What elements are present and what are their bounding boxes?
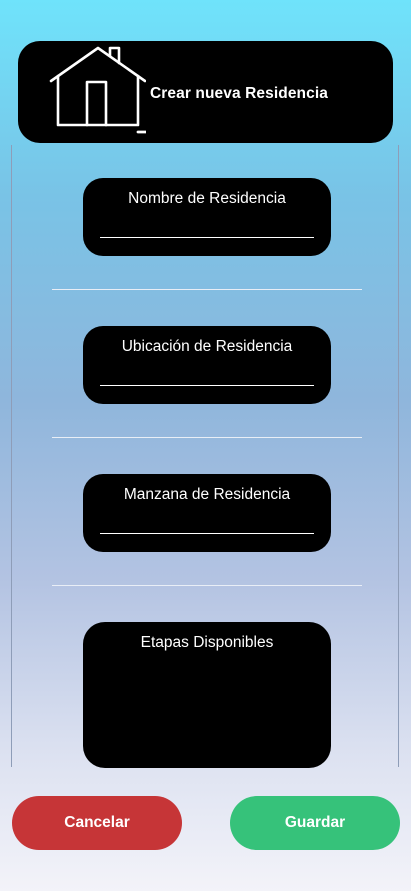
right-border-line — [398, 145, 399, 767]
residence-location-card: Ubicación de Residencia — [83, 326, 331, 404]
available-stages-panel[interactable]: Etapas Disponibles — [83, 622, 331, 768]
left-border-line — [11, 145, 12, 767]
save-button[interactable]: Guardar — [230, 796, 400, 850]
cancel-button[interactable]: Cancelar — [12, 796, 182, 850]
residence-block-card: Manzana de Residencia — [83, 474, 331, 552]
residence-block-label: Manzana de Residencia — [123, 486, 291, 503]
residence-location-input[interactable] — [100, 378, 314, 386]
residence-name-input[interactable] — [100, 230, 314, 238]
divider — [52, 289, 362, 290]
house-add-icon — [49, 46, 146, 134]
header-card: Crear nueva Residencia — [18, 41, 393, 143]
available-stages-label: Etapas Disponibles — [140, 634, 274, 651]
residence-name-card: Nombre de Residencia — [83, 178, 331, 256]
residence-location-label: Ubicación de Residencia — [121, 338, 293, 355]
residence-name-label: Nombre de Residencia — [128, 190, 286, 207]
divider — [52, 437, 362, 438]
residence-block-input[interactable] — [100, 526, 314, 534]
page-title: Crear nueva Residencia — [150, 85, 328, 102]
divider — [52, 585, 362, 586]
